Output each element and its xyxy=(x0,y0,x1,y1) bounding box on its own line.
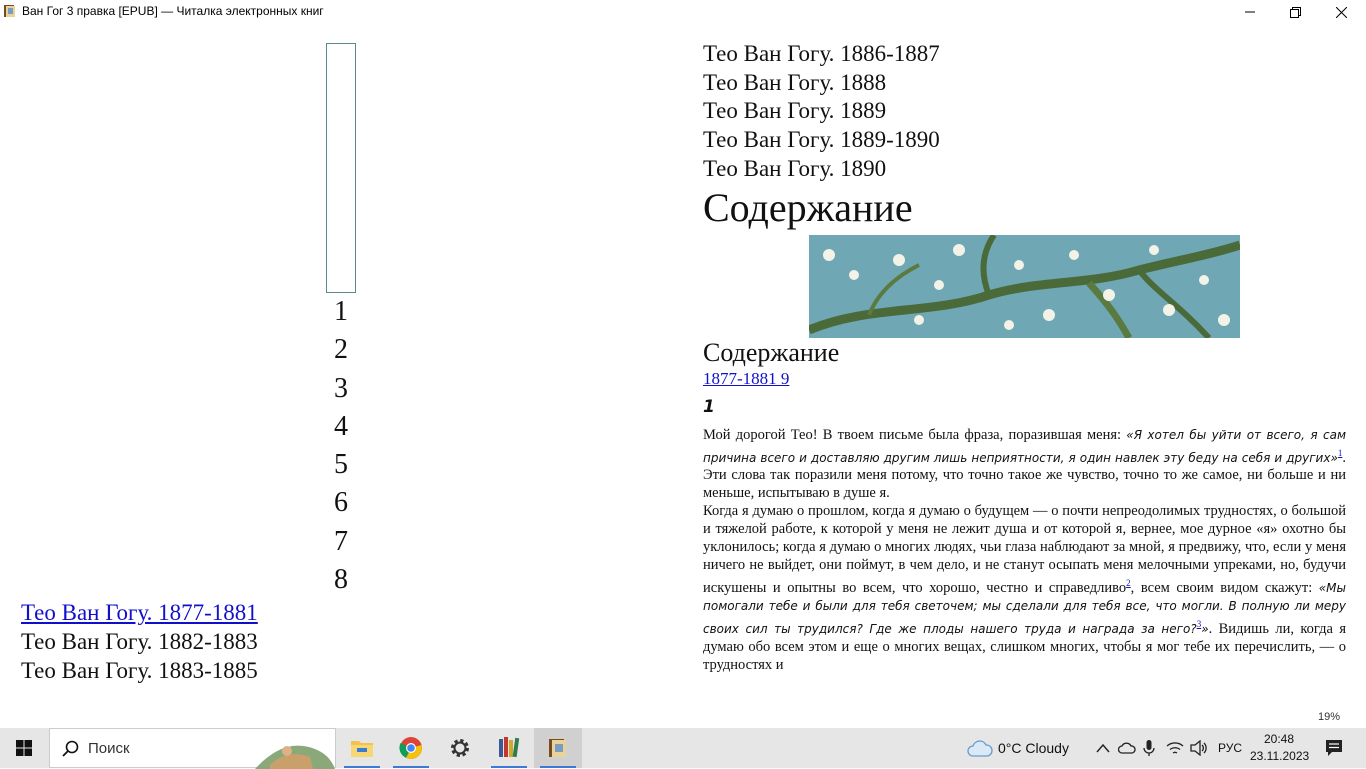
books-icon xyxy=(499,737,520,758)
close-icon xyxy=(1335,6,1347,18)
toc-heading-large: Содержание xyxy=(703,184,913,230)
page-number: 3 xyxy=(334,372,348,404)
toc-item: Тео Ван Гогу. 1888 xyxy=(703,69,887,95)
paragraph-1: Мой дорогой Тео! В твоем письме была фра… xyxy=(703,426,1346,502)
title-bar: Ван Гог 3 правка [EPUB] — Читалка электр… xyxy=(0,0,1366,24)
windows-icon xyxy=(16,740,32,756)
chapter-list: Тео Ван Гогу. 1877-1881 Тео Ван Гогу. 18… xyxy=(21,598,258,685)
search-icon xyxy=(62,740,79,757)
page-number: 4 xyxy=(334,410,348,442)
chapter-item-1882-1883: Тео Ван Гогу. 1882-1883 xyxy=(21,629,258,654)
right-page: Тео Ван Гогу. 1886-1887 Тео Ван Гогу. 18… xyxy=(703,40,1346,674)
chrome-icon xyxy=(399,737,422,759)
close-button[interactable] xyxy=(1318,0,1364,24)
taskbar-settings[interactable] xyxy=(436,728,484,768)
page-number: 7 xyxy=(334,525,348,557)
notification-icon[interactable] xyxy=(1325,739,1343,757)
folder-icon xyxy=(351,741,373,757)
chapter-item-1883-1885: Тео Ван Гогу. 1883-1885 xyxy=(21,658,258,683)
chapter-link-1877-1881[interactable]: Тео Ван Гогу. 1877-1881 xyxy=(21,598,258,627)
taskbar-search-box[interactable]: Поиск xyxy=(49,728,336,769)
taskbar: Поиск 0°C Cloudy РУС 20:48 23.11.2023 xyxy=(0,728,1366,769)
toc-item: Тео Ван Гогу. 1889-1890 xyxy=(703,127,940,153)
minimize-icon xyxy=(1245,11,1255,13)
chapter-number: 1 xyxy=(703,396,715,417)
book-reader-app-icon xyxy=(4,5,15,17)
page-number: 5 xyxy=(334,449,348,481)
window-title: Ван Гог 3 правка [EPUB] — Читалка электр… xyxy=(22,4,324,18)
ebook-reader-icon xyxy=(549,739,566,757)
almond-blossom-banner xyxy=(809,234,1240,338)
minimize-button[interactable] xyxy=(1227,0,1273,24)
empty-image-frame xyxy=(326,43,356,293)
paragraph-2: Когда я думаю о прошлом, когда я думаю о… xyxy=(703,503,1346,673)
microphone-icon[interactable] xyxy=(1143,739,1155,757)
page-number: 8 xyxy=(334,564,348,596)
onedrive-cloud-icon[interactable] xyxy=(1118,741,1136,755)
taskbar-library[interactable] xyxy=(485,728,533,768)
toc-link-1877-1881[interactable]: 1877-1881 9 xyxy=(703,368,1346,390)
clock-time[interactable]: 20:48 xyxy=(1250,732,1308,746)
start-button[interactable] xyxy=(0,728,48,768)
page-number: 1 xyxy=(334,296,348,327)
cloud-weather-icon[interactable] xyxy=(967,738,993,758)
search-placeholder: Поиск xyxy=(88,740,130,757)
toc-item: Тео Ван Гогу. 1889 xyxy=(703,98,887,124)
speaker-icon[interactable] xyxy=(1190,740,1208,756)
page-number: 6 xyxy=(334,487,348,519)
taskbar-ebook-reader[interactable] xyxy=(534,728,582,768)
taskbar-file-explorer[interactable] xyxy=(338,728,386,768)
taskbar-chrome[interactable] xyxy=(387,728,435,768)
gear-icon xyxy=(451,739,469,757)
reading-progress: 19% xyxy=(1318,711,1341,723)
toc-heading-small: Содержание xyxy=(703,337,840,367)
toc-item: Тео Ван Гогу. 1886-1887 xyxy=(703,41,940,66)
search-highlight-illustration-icon xyxy=(255,745,335,769)
page-number: 2 xyxy=(334,334,348,366)
restore-icon xyxy=(1289,6,1301,18)
input-language-indicator[interactable]: РУС xyxy=(1218,741,1242,755)
weather-text[interactable]: 0°C Cloudy xyxy=(998,740,1069,756)
page-number-list: 1 2 3 4 5 6 7 8 xyxy=(326,293,356,599)
restore-button[interactable] xyxy=(1272,0,1318,24)
chevron-up-icon[interactable] xyxy=(1096,742,1110,754)
clock-date[interactable]: 23.11.2023 xyxy=(1250,749,1309,763)
wifi-icon[interactable] xyxy=(1166,740,1184,756)
toc-item: Тео Ван Гогу. 1890 xyxy=(703,155,887,181)
